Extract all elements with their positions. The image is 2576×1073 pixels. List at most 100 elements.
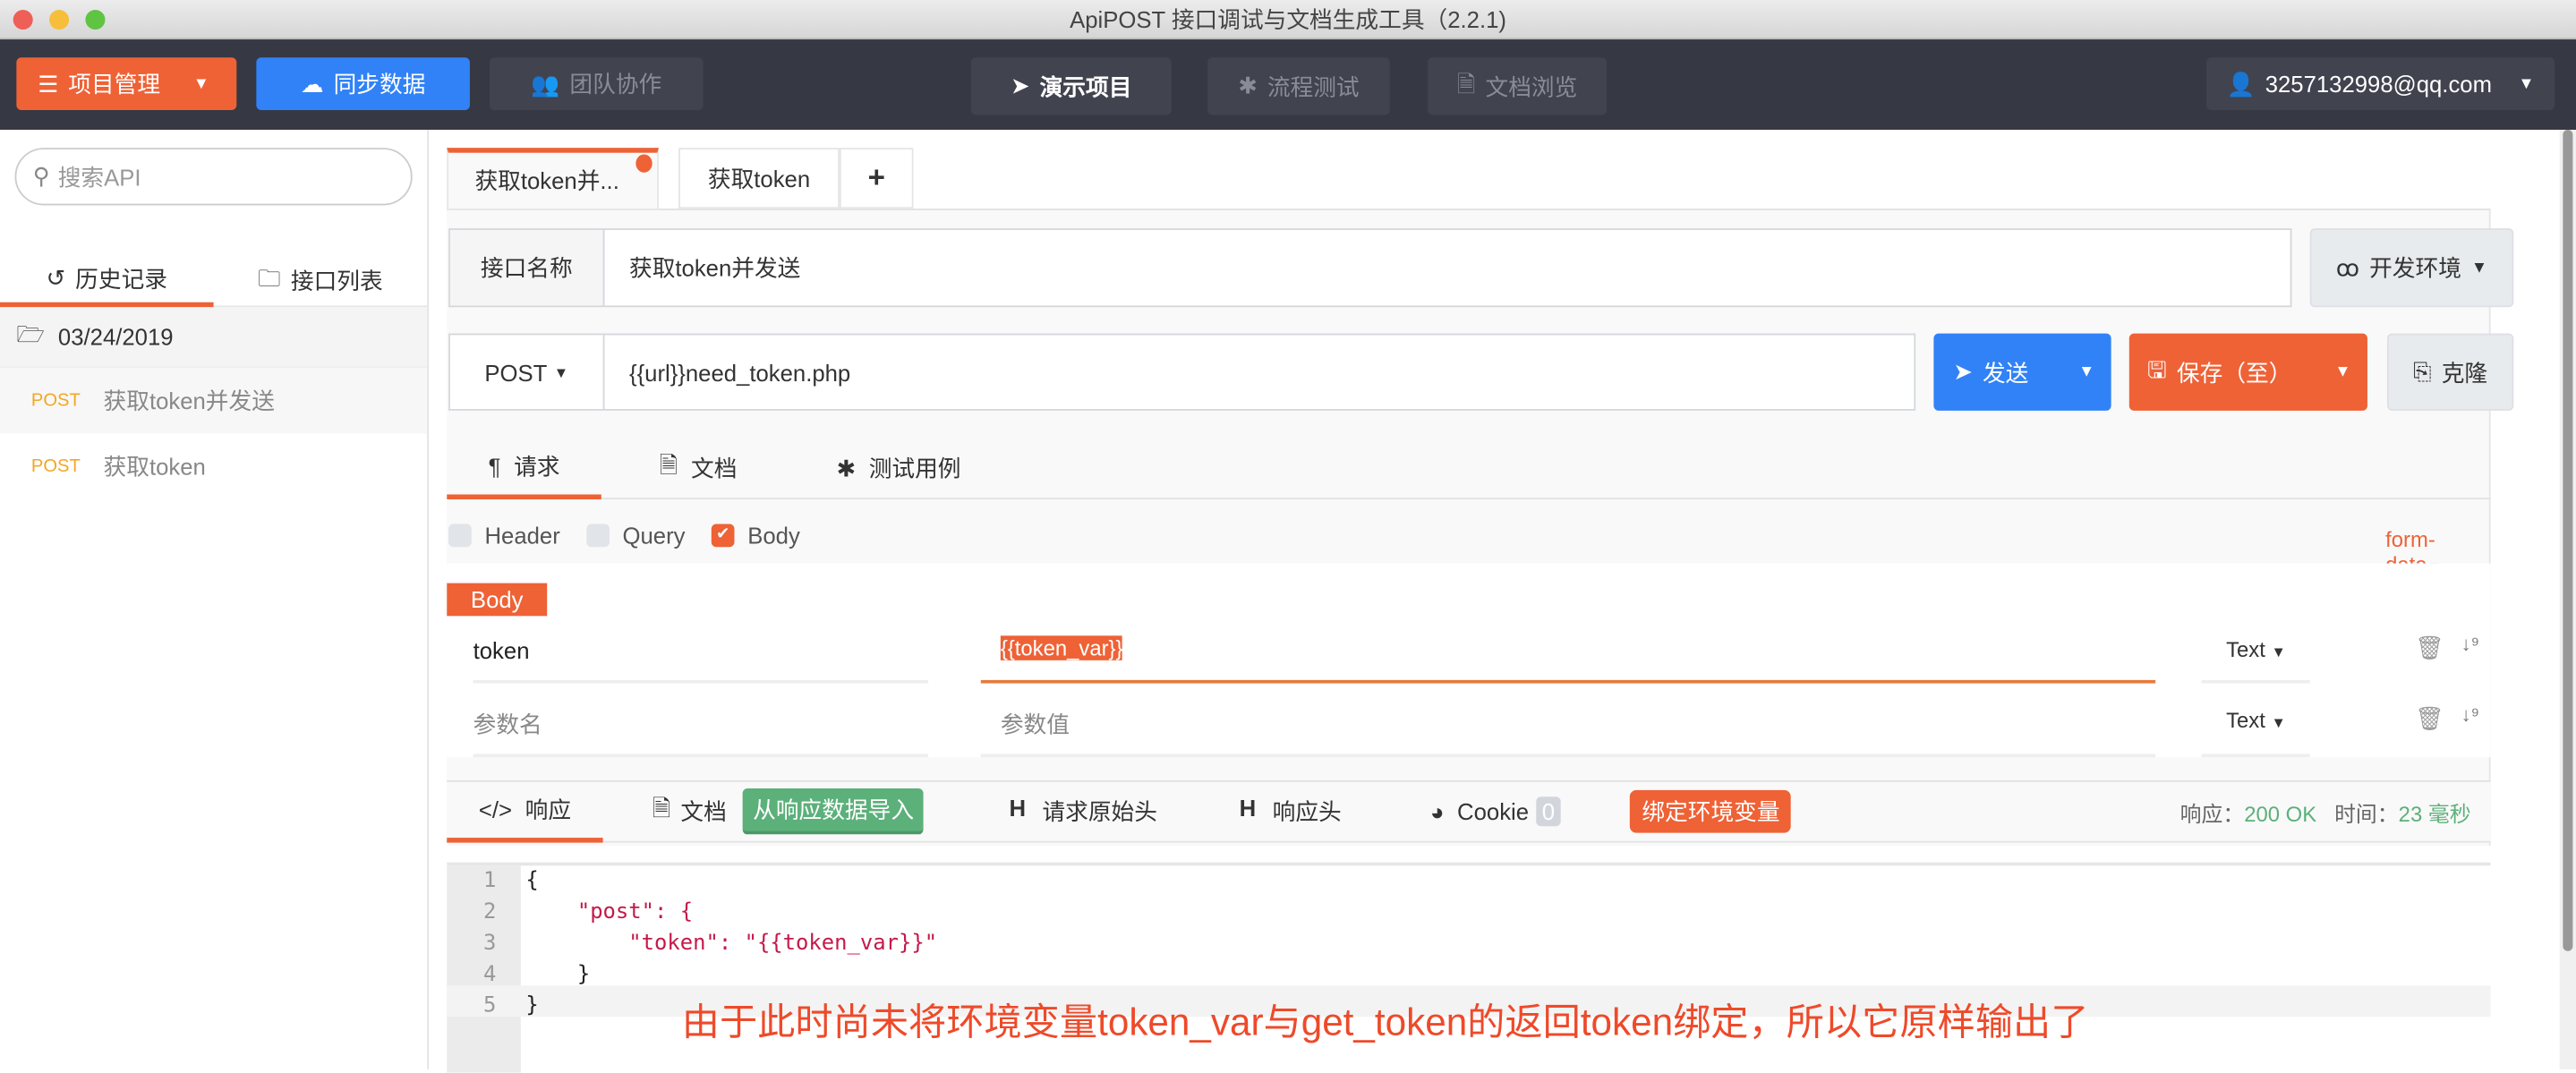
sort-icon[interactable]: ↓⁹	[2461, 703, 2479, 727]
tab-response-header[interactable]: H 响应头	[1240, 795, 1342, 828]
project-manage-button[interactable]: ☰ 项目管理 ▼	[16, 57, 237, 110]
gauge-icon: ◕	[1429, 798, 1445, 825]
maximize-window-button[interactable]	[85, 10, 106, 30]
flow-test-button[interactable]: ✱ 流程测试	[1207, 57, 1390, 115]
code-text: "post": {	[525, 899, 694, 925]
caret-down-icon: ▼	[192, 74, 209, 93]
file-icon: 🗎	[659, 451, 678, 479]
url-input[interactable]: {{url}}need_token.php	[604, 335, 1914, 409]
search-input[interactable]: ⚲ 搜索API	[14, 148, 413, 206]
params-table: Body token {{token_var}} Text ▼ 🗑 ↓⁹ 参数名…	[447, 563, 2491, 758]
line-number: 4	[482, 962, 497, 988]
tab-cookie[interactable]: ◕ Cookie 0	[1429, 796, 1562, 827]
save-button[interactable]: 🖫 保存（至） ▼	[2128, 333, 2367, 411]
cookie-count-badge: 0	[1535, 796, 1562, 827]
code-line: 1{	[447, 865, 2490, 897]
user-icon: 👤	[2226, 70, 2256, 97]
folder-icon: 🗀	[258, 263, 281, 290]
add-tab-button[interactable]: +	[839, 148, 914, 209]
main-area: 获取token并... 获取token + 接口名称 获取token并发送 ꝏ开…	[430, 130, 2576, 1073]
tab-request[interactable]: 获取token	[678, 148, 840, 209]
send-button[interactable]: ➤ 发送 ▼	[1933, 333, 2111, 411]
sort-icon[interactable]: ↓⁹	[2461, 633, 2479, 656]
code-line: 3 "token": "{{token_var}}"	[447, 928, 2490, 959]
user-menu[interactable]: 👤 3257132998@qq.com ▼	[2206, 57, 2555, 110]
url-field: POST ▼ {{url}}need_token.php	[448, 333, 1916, 411]
tab-request-doc[interactable]: 🗎 文档	[641, 437, 755, 499]
request-tabs: ¶ 请求 🗎 文档 ✱ 测试用例	[447, 437, 2491, 499]
toolbar: ☰ 项目管理 ▼ ☁ 同步数据 👥 团队协作 ➤ 演示项目 ✱ 流程测试 🗎 文档浏览 👤 32…	[0, 39, 2576, 131]
history-icon: ↺	[46, 264, 66, 291]
copy-icon: ⎘	[2413, 358, 2432, 385]
caret-down-icon: ▼	[2470, 259, 2488, 277]
header-icon: H	[1239, 795, 1257, 822]
trash-icon[interactable]: 🗑	[2415, 634, 2444, 662]
env-select[interactable]: ꝏ 开发环境 ▼	[2309, 228, 2514, 308]
code-text: }	[525, 962, 591, 988]
tab-request-params[interactable]: ¶ 请求	[447, 437, 601, 499]
caret-down-icon: ▼	[2334, 362, 2351, 381]
tab-api-list[interactable]: 🗀 接口列表	[213, 255, 428, 308]
param-key-input[interactable]: token	[473, 637, 929, 684]
query-checkbox[interactable]	[586, 524, 610, 548]
param-type-select[interactable]: Text ▼	[2201, 708, 2310, 758]
response-status: 响应：200 OK 时间：23 毫秒	[2179, 800, 2471, 826]
caret-down-icon: ▼	[553, 363, 569, 380]
code-text: "token": "{{token_var}}"	[525, 931, 938, 957]
body-checkbox[interactable]: ✔	[711, 524, 735, 548]
tab-response-doc[interactable]: 🗎 文档	[653, 792, 727, 831]
folder-open-icon: 🗁	[16, 319, 46, 347]
code-line: 2 "post": {	[447, 897, 2490, 928]
close-window-button[interactable]	[13, 10, 33, 30]
header-checkbox[interactable]	[448, 524, 472, 548]
annotation-text: 由于此时尚未将环境变量token_var与get_token的返回token绑定…	[681, 1000, 2089, 1043]
team-button[interactable]: 👥 团队协作	[489, 57, 704, 110]
line-number: 5	[482, 993, 497, 1019]
plus-icon: +	[867, 160, 885, 194]
tab-request-active[interactable]: 获取token并...	[447, 148, 660, 210]
bind-env-var-button[interactable]: 绑定环境变量	[1630, 789, 1792, 833]
history-item[interactable]: POST 获取token并发送	[0, 368, 428, 434]
code-text: }	[525, 993, 539, 1019]
header-icon: H	[1009, 795, 1027, 822]
floppy-icon: 🖫	[2146, 355, 2167, 382]
tab-response[interactable]: </> 响应	[447, 781, 603, 842]
window-title: ApiPOST 接口调试与文档生成工具（2.2.1)	[1070, 6, 1506, 33]
cloud-download-icon: ☁	[300, 70, 324, 97]
api-name-field: 接口名称 获取token并发送	[448, 228, 2292, 308]
caret-down-icon: ▼	[2271, 643, 2286, 660]
tab-raw-request-header[interactable]: H 请求原始头	[1009, 795, 1156, 828]
response-tabs: </> 响应 🗎 文档 从响应数据导入 H 请求原始头 H 响应头 ◕ Cookie 0 绑…	[447, 779, 2491, 843]
import-from-response-button[interactable]: 从响应数据导入	[743, 788, 925, 835]
scrollbar[interactable]	[2559, 130, 2576, 1069]
doc-browse-button[interactable]: 🗎 文档浏览	[1428, 57, 1608, 115]
paragraph-icon: ¶	[488, 452, 501, 480]
param-value-placeholder[interactable]: 参数值	[980, 708, 2156, 758]
clone-button[interactable]: ⎘ 克隆	[2386, 333, 2514, 411]
scrollbar-thumb[interactable]	[2563, 130, 2573, 951]
body-tag: Body	[447, 583, 548, 617]
search-icon: ⚲	[32, 162, 50, 190]
unsaved-dot-icon	[635, 154, 653, 173]
param-key-placeholder[interactable]: 参数名	[473, 708, 929, 758]
line-number: 3	[482, 931, 497, 957]
trash-icon[interactable]: 🗑	[2415, 704, 2444, 732]
param-type-select[interactable]: Text ▼	[2201, 637, 2310, 684]
line-number: 2	[482, 899, 497, 925]
caret-down-icon: ▼	[2518, 74, 2535, 93]
caret-down-icon: ▼	[2271, 714, 2286, 731]
sync-data-button[interactable]: ☁ 同步数据	[256, 57, 470, 110]
caret-down-icon: ▼	[2078, 362, 2095, 381]
env-icon: ꝏ	[2335, 253, 2360, 280]
bug-icon: ✱	[836, 454, 857, 481]
tab-test-cases[interactable]: ✱ 测试用例	[816, 437, 981, 499]
tab-history[interactable]: ↺ 历史记录	[0, 255, 214, 308]
demo-project-button[interactable]: ➤ 演示项目	[970, 57, 1172, 115]
history-folder[interactable]: 🗁 03/24/2019	[0, 307, 428, 369]
api-name-input[interactable]: 获取token并发送	[604, 230, 2290, 305]
api-name-label: 接口名称	[449, 229, 605, 306]
minimize-window-button[interactable]	[49, 10, 70, 30]
param-value-input[interactable]: {{token_var}}	[980, 623, 2156, 684]
method-select[interactable]: POST ▼	[449, 335, 605, 410]
history-item[interactable]: POST 获取token	[0, 434, 427, 499]
